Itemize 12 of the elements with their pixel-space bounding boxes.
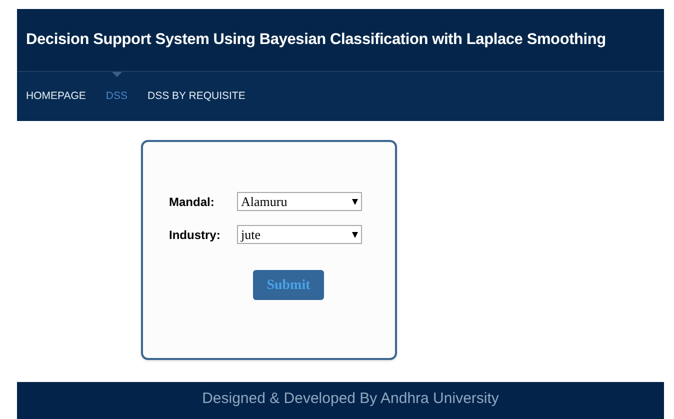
field-label: Industry: [169,226,222,244]
dropdown-field[interactable]: jute [237,225,362,244]
footer-text: Designed & Developed By Andhra University [202,389,499,409]
selection-pointer-icon [112,72,122,77]
nav-link[interactable]: DSS BY REQUISITE [148,88,246,104]
dropdown-arrow-icon [352,198,358,204]
site-title: Decision Support System Using Bayesian Classification with Laplace Smoothing [26,30,606,50]
nav-link[interactable]: HOMEPAGE [26,88,86,104]
nav-link[interactable]: DSS [106,88,128,104]
dropdown-field[interactable]: Alamuru [237,192,362,211]
field-label: Mandal: [169,194,216,210]
dropdown-arrow-icon [352,232,358,238]
